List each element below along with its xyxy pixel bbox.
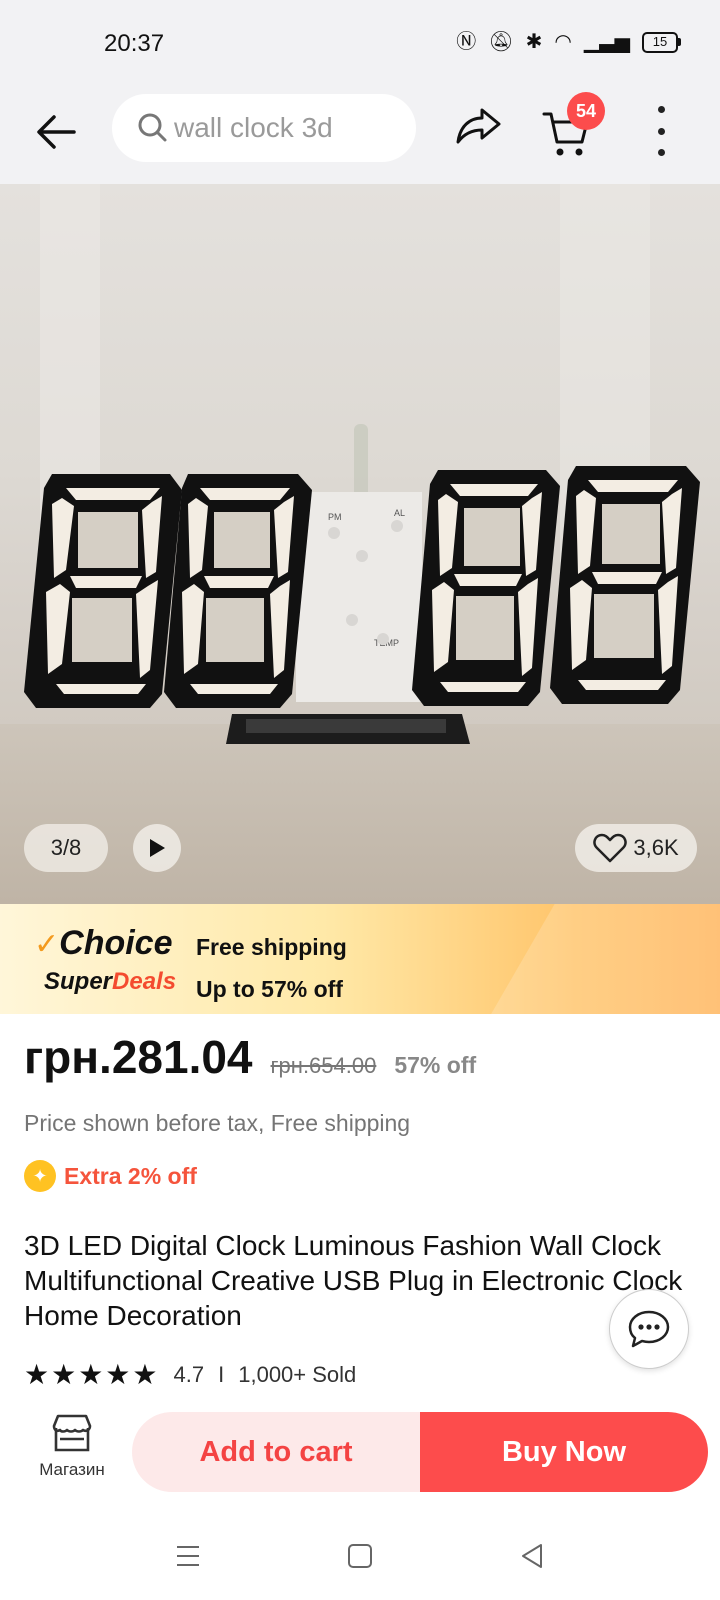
- superdeals-super: Super: [44, 968, 113, 995]
- nfc-icon: Ⓝ: [456, 31, 477, 53]
- choice-benefits: Free shipping Up to 57% off: [196, 926, 347, 1010]
- battery-icon: 15: [642, 31, 681, 53]
- back-button[interactable]: [30, 106, 82, 158]
- status-icons: Ⓝ 🔕︎ ✱ ◠ ▁▃▅ 15: [456, 30, 681, 54]
- superdeals-deals: Deals: [112, 968, 177, 995]
- heart-icon: [593, 833, 628, 863]
- star-icon: ★★★★★: [24, 1359, 160, 1390]
- discount-percent: 57% off: [394, 1052, 477, 1078]
- rating-row[interactable]: ★★★★★ 4.7 I 1,000+ Sold: [24, 1358, 356, 1391]
- clock-digit-3: [412, 470, 560, 706]
- buy-now-button[interactable]: Buy Now: [420, 1412, 708, 1492]
- bluetooth-icon: ✱: [525, 31, 543, 53]
- signal-icon: ▁▃▅: [583, 31, 630, 53]
- top-bar: wall clock 3d 54: [0, 90, 720, 184]
- superdeals-logo: SuperDeals: [44, 968, 176, 996]
- cart-button[interactable]: 54: [542, 92, 605, 156]
- search-icon: [138, 113, 167, 142]
- add-to-cart-button[interactable]: Add to cart: [132, 1412, 420, 1492]
- tax-note: Price shown before tax, Free shipping: [24, 1110, 411, 1136]
- choice-logo: ✓Choice: [34, 924, 173, 963]
- share-button[interactable]: [454, 104, 502, 151]
- cart-count-badge: 54: [567, 92, 605, 130]
- wishlist-count: 3,6K: [633, 835, 679, 860]
- battery-level: 15: [652, 34, 668, 49]
- status-time: 20:37: [104, 30, 165, 57]
- status-bar: 20:37 Ⓝ 🔕︎ ✱ ◠ ▁▃▅ 15: [0, 0, 720, 90]
- more-button[interactable]: [646, 106, 676, 156]
- play-video-button[interactable]: [133, 824, 181, 872]
- store-label: Магазин: [39, 1460, 105, 1479]
- back-arrow-icon: [37, 115, 76, 149]
- back-icon: [522, 1544, 542, 1568]
- more-icon: [657, 106, 665, 113]
- sold-count: 1,000+ Sold: [238, 1361, 357, 1387]
- product-image-gallery[interactable]: PM AL TEMP 3/8: [0, 184, 720, 904]
- system-nav-bar: [0, 1510, 720, 1600]
- original-price: грн.654.00: [270, 1053, 377, 1078]
- home-button[interactable]: [340, 1536, 380, 1576]
- clock-label-al: AL: [394, 508, 405, 518]
- choice-superdeals-banner[interactable]: ✓Choice SuperDeals Free shipping Up to 5…: [0, 904, 720, 1014]
- clock-digit-4: [550, 466, 700, 704]
- discount-promo-text: Up to 57% off: [196, 976, 343, 1002]
- clock-digit-1: [24, 474, 182, 708]
- current-price: грн.281.04: [24, 1031, 253, 1083]
- extra-discount-label: Extra 2% off: [64, 1162, 197, 1189]
- free-shipping-text: Free shipping: [196, 934, 347, 960]
- chat-button[interactable]: [609, 1289, 689, 1369]
- photo-counter: 3/8: [24, 824, 108, 872]
- menu-icon: [177, 1546, 199, 1566]
- extra-discount[interactable]: ✦ Extra 2% off: [24, 1160, 197, 1192]
- checkmark-icon: ✓: [34, 928, 60, 961]
- play-icon: [150, 839, 165, 857]
- price-row: грн.281.04 грн.654.00 57% off: [24, 1030, 476, 1084]
- product-title: 3D LED Digital Clock Luminous Fashion Wa…: [24, 1230, 683, 1331]
- wifi-icon: ◠: [554, 31, 572, 53]
- share-icon: [456, 108, 501, 144]
- system-back-button[interactable]: [512, 1536, 552, 1576]
- choice-brand: Choice: [59, 924, 173, 962]
- chat-icon: [628, 1310, 670, 1348]
- store-icon: [52, 1414, 92, 1452]
- search-input[interactable]: wall clock 3d: [174, 112, 333, 144]
- sparkle-icon: ✦: [24, 1160, 56, 1192]
- store-button[interactable]: Магазин: [30, 1412, 114, 1492]
- wishlist-button[interactable]: 3,6K: [575, 824, 697, 872]
- clock-digit-2: [164, 474, 312, 708]
- home-icon: [348, 1544, 372, 1568]
- clock-label-pm: PM: [328, 512, 342, 522]
- rating-separator: I: [218, 1361, 225, 1387]
- rating-value: 4.7: [173, 1361, 205, 1387]
- bottom-action-bar: Магазин Add to cart Buy Now: [0, 1400, 720, 1510]
- product-image: PM AL TEMP: [24, 184, 700, 744]
- menu-button[interactable]: [168, 1536, 208, 1576]
- mute-icon: 🔕︎: [488, 31, 514, 53]
- search-bar[interactable]: wall clock 3d: [112, 94, 416, 162]
